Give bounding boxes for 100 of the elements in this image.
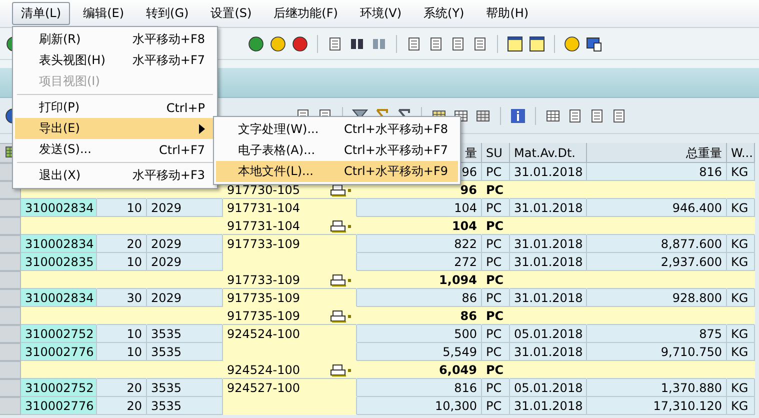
table-cell: 272 [357, 253, 482, 271]
table-cell: 31.01.2018 [510, 397, 587, 415]
table-cell: 2029 [147, 289, 223, 307]
table-cell: 2029 [147, 199, 223, 217]
table-cell: PC [482, 271, 510, 289]
grid-icon[interactable] [475, 108, 491, 124]
menu-item[interactable]: 设置(S) [202, 2, 261, 25]
material-number: 917735-109 [227, 308, 300, 324]
table-cell: 1,370.880 [587, 379, 727, 397]
table-cell: 946.400 [587, 199, 727, 217]
menu-option[interactable]: 打印(P) Ctrl+P [15, 97, 215, 118]
table-cell: KG [727, 199, 755, 217]
table-cell: 310002752 [21, 379, 97, 397]
printer-icon [330, 218, 352, 232]
table-cell: 310002835 [21, 253, 97, 271]
table-cell [727, 307, 755, 325]
menu-item[interactable]: 环境(V) [350, 2, 411, 25]
menu-item[interactable]: 转到(G) [137, 2, 198, 25]
table-cell: 875 [587, 325, 727, 343]
material-number: 917731-104 [227, 218, 300, 234]
table-cell: 17,310.120 [587, 397, 727, 415]
table-cell: 31.01.2018 [510, 199, 587, 217]
table-cell: 917731-104 [223, 199, 357, 217]
table-cell: PC [482, 325, 510, 343]
table-cell: PC [482, 181, 510, 199]
table-cell: 10 [97, 199, 147, 217]
table-cell: 2029 [147, 253, 223, 271]
column-header[interactable]: 总重量 [686, 146, 722, 160]
table-cell: 3535 [147, 379, 223, 397]
menu-option[interactable]: 刷新(R) 水平移动+F8 [15, 29, 215, 50]
page-icon[interactable] [406, 36, 422, 52]
table-cell: 310002834 [21, 199, 97, 217]
material-number: 917730-105 [227, 182, 300, 198]
table-cell: 2029 [147, 235, 223, 253]
menu-option[interactable]: 表头视图(H) 水平移动+F7 [15, 50, 215, 71]
table-cell: 822 [357, 235, 482, 253]
table-cell: 310002834 [21, 235, 97, 253]
table-cell: 31.01.2018 [510, 163, 587, 181]
window-icon[interactable] [529, 36, 545, 52]
document-icon[interactable] [567, 108, 583, 124]
table-cell: KG [727, 343, 755, 361]
table-cell: KG [727, 235, 755, 253]
table-cell: PC [482, 361, 510, 379]
page-icon[interactable] [472, 36, 488, 52]
menu-option[interactable]: 文字处理(W)... Ctrl+水平移动+F8 [216, 119, 458, 140]
table-cell: KG [727, 289, 755, 307]
menu-option[interactable]: 电子表格(A)... Ctrl+水平移动+F7 [216, 140, 458, 161]
menu-option[interactable]: 本地文件(L)... Ctrl+水平移动+F9 [216, 161, 458, 182]
menu-item[interactable]: 帮助(H) [477, 2, 538, 25]
table-cell: 20 [97, 235, 147, 253]
table-cell: 6,049 [357, 361, 482, 379]
menu-option[interactable]: 退出(X) 水平移动+F3 [15, 165, 215, 186]
menu-item[interactable]: 编辑(E) [74, 2, 134, 25]
table-cell: PC [482, 307, 510, 325]
table-cell [727, 181, 755, 199]
menu-item[interactable]: 后继功能(F) [264, 2, 347, 25]
table-cell: 3535 [147, 397, 223, 415]
printer-icon [330, 362, 352, 376]
table-cell: PC [482, 217, 510, 235]
table-cell: 20 [97, 397, 147, 415]
table-cell: 3535 [147, 325, 223, 343]
info-icon[interactable] [510, 108, 526, 124]
table-cell [727, 217, 755, 235]
table-cell: 816 [357, 379, 482, 397]
table-cell: 2,937.600 [587, 253, 727, 271]
table-cell: PC [482, 199, 510, 217]
table-cell: 3535 [147, 343, 223, 361]
page-icon[interactable] [428, 36, 444, 52]
table-cell: PC [482, 343, 510, 361]
page-icon[interactable] [450, 36, 466, 52]
table-cell: 310002834 [21, 289, 97, 307]
table-cell: PC [482, 397, 510, 415]
table-cell: 5,549 [357, 343, 482, 361]
table-cell: 928.800 [587, 289, 727, 307]
table-cell: 10 [97, 343, 147, 361]
table-cell: PC [482, 163, 510, 181]
printer-icon [330, 272, 352, 286]
table-cell: 86 [357, 289, 482, 307]
table-cell: 10 [97, 253, 147, 271]
table-cell: KG [727, 253, 755, 271]
spreadsheet-icon[interactable] [545, 108, 561, 124]
table-cell: KG [727, 163, 755, 181]
menu-item[interactable]: 清单(L) [12, 2, 70, 25]
table-cell: 20 [97, 379, 147, 397]
menu-option[interactable]: 发送(S)... Ctrl+F7 [15, 139, 215, 160]
table-cell: 9,710.750 [587, 343, 727, 361]
material-number: 917733-109 [227, 272, 300, 288]
table-cell: 10 [97, 325, 147, 343]
table-cell: 30 [97, 289, 147, 307]
menu-item[interactable]: 系统(Y) [414, 2, 474, 25]
window-icon[interactable] [507, 36, 523, 52]
table-cell: 924524-100 [223, 325, 357, 343]
table-cell: KG [727, 379, 755, 397]
table-cell: PC [482, 379, 510, 397]
menu-option[interactable]: 导出(E) [15, 118, 215, 139]
table-cell: 31.01.2018 [510, 235, 587, 253]
table-cell: 500 [357, 325, 482, 343]
table-cell: 31.01.2018 [510, 253, 587, 271]
column-header[interactable]: 量 [465, 146, 477, 160]
table-cell: 816 [587, 163, 727, 181]
